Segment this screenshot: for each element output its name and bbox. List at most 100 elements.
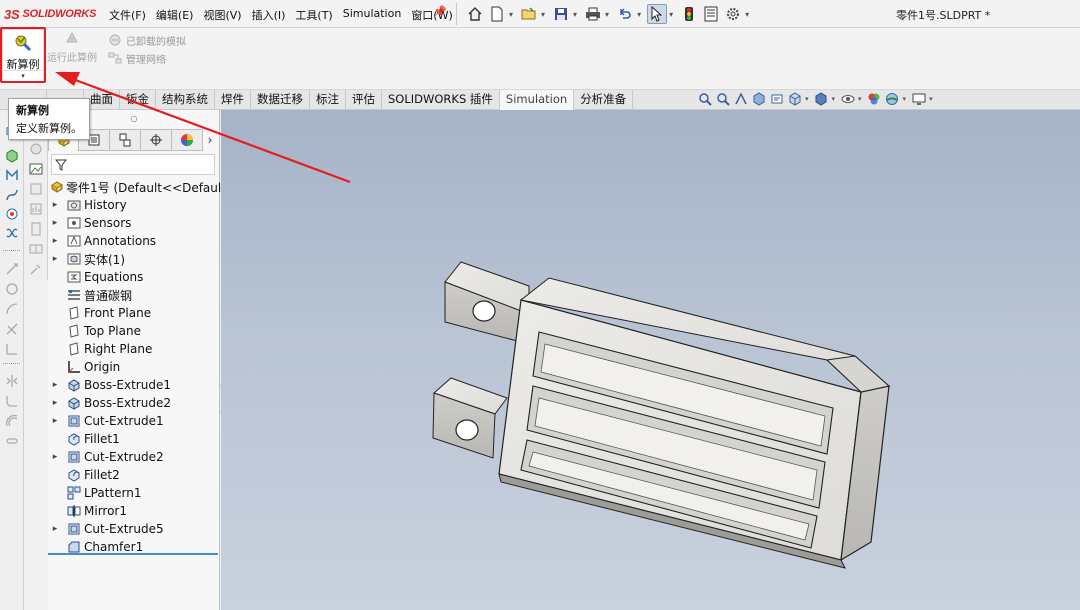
unloaded-simulations-button[interactable]: 已卸载的模拟 [108, 31, 186, 49]
tab-solidworks-addins[interactable]: SOLIDWORKS 插件 [382, 90, 500, 110]
part-icon[interactable] [3, 147, 20, 164]
expand-arrow-icon[interactable]: ▸ [50, 452, 60, 462]
edit-appearance-icon[interactable] [867, 91, 882, 107]
select-pointer-icon[interactable] [647, 4, 668, 24]
pin-icon[interactable]: 📌 [433, 5, 447, 18]
expand-arrow-icon[interactable]: ▸ [50, 524, 60, 534]
tree-node[interactable]: ▸ Boss-Extrude2 [48, 394, 220, 412]
sketch-slot-icon[interactable] [3, 432, 20, 449]
tab-evaluate[interactable]: 评估 [346, 90, 382, 110]
zoom-to-area-icon[interactable] [715, 91, 730, 107]
tree-filter-field[interactable] [51, 154, 215, 175]
more-tabs-chevron-icon[interactable]: › [203, 129, 217, 151]
view-orientation-icon[interactable] [787, 91, 802, 107]
manage-network-button[interactable]: 管理网络 [108, 49, 186, 67]
tree-rollback-bar[interactable] [48, 553, 218, 555]
tab-display-manager[interactable] [172, 129, 203, 151]
menu-simulation[interactable]: Simulation [338, 7, 407, 23]
tree-node[interactable]: ▸ History [48, 196, 220, 214]
view-settings-icon[interactable] [911, 91, 926, 107]
analysis-icon[interactable] [27, 180, 44, 197]
circle-sketch-icon[interactable] [3, 280, 20, 297]
print-dropdown-arrow[interactable]: ▾ [605, 10, 609, 19]
tree-node[interactable]: ▸ Sensors [48, 214, 220, 232]
tab-configuration-manager[interactable] [110, 129, 141, 151]
tree-node[interactable]: Fillet2 [48, 466, 220, 484]
tree-node[interactable]: ▸ Cut-Extrude2 [48, 448, 220, 466]
menu-view[interactable]: 视图(V) [198, 7, 246, 23]
zoom-to-fit-icon[interactable] [697, 91, 712, 107]
solidworks-logo[interactable]: 3S SOLIDWORKS [4, 6, 96, 22]
options-dropdown-arrow[interactable]: ▾ [745, 10, 749, 19]
file-properties-icon[interactable] [701, 4, 721, 24]
tab-simulation[interactable]: Simulation [499, 90, 575, 110]
menu-tools[interactable]: 工具(T) [290, 7, 337, 23]
reference-geometry-icon[interactable] [3, 340, 20, 357]
new-document-icon[interactable] [487, 4, 507, 24]
new-dropdown-arrow[interactable]: ▾ [509, 10, 513, 19]
tree-root-part[interactable]: 零件1号 (Default<<Default> [48, 178, 236, 196]
tree-node[interactable]: ▸ Cut-Extrude1 [48, 412, 220, 430]
graphics-area[interactable] [221, 110, 1080, 610]
simulation-advisor-icon[interactable] [27, 140, 44, 157]
tab-data-migration[interactable]: 数据迁移 [251, 90, 310, 110]
tree-node[interactable]: ▸ Cut-Extrude5 [48, 520, 220, 538]
tree-node[interactable]: Front Plane [48, 304, 220, 322]
tree-node[interactable]: Right Plane [48, 340, 220, 358]
arc-sketch-icon[interactable] [3, 300, 20, 317]
tab-analysis-prep[interactable]: 分析准备 [574, 90, 634, 110]
print-icon[interactable] [583, 4, 603, 24]
smart-dimension-icon[interactable] [3, 260, 20, 277]
apply-scene-dropdown[interactable]: ▾ [903, 95, 907, 103]
display-style-dropdown[interactable]: ▾ [832, 95, 836, 103]
traffic-light-icon[interactable] [679, 4, 699, 24]
tab-weldments[interactable]: 焊件 [215, 90, 251, 110]
save-icon[interactable] [551, 4, 571, 24]
home-icon[interactable] [465, 4, 485, 24]
options-gear-icon[interactable] [723, 4, 743, 24]
spline-icon[interactable] [3, 186, 20, 203]
run-study-button[interactable]: 运行此算例 [46, 30, 98, 64]
undo-icon[interactable] [615, 4, 635, 24]
mirror-sketch-icon[interactable] [3, 372, 20, 389]
expand-arrow-icon[interactable]: ▸ [50, 236, 60, 246]
tree-node[interactable]: Mirror1 [48, 502, 220, 520]
image-icon[interactable] [27, 160, 44, 177]
expand-arrow-icon[interactable]: ▸ [50, 218, 60, 228]
tree-node[interactable]: ▸ Annotations [48, 232, 220, 250]
tab-sheet-metal[interactable]: 钣金 [120, 90, 156, 110]
expand-arrow-icon[interactable]: ▸ [50, 200, 60, 210]
tree-node[interactable]: Origin [48, 358, 220, 376]
sketch-line-icon[interactable] [3, 166, 20, 183]
report-icon[interactable] [27, 220, 44, 237]
expand-arrow-icon[interactable]: ▸ [50, 416, 60, 426]
view-orientation-dropdown[interactable]: ▾ [805, 95, 809, 103]
tree-node[interactable]: Equations [48, 268, 220, 286]
open-icon[interactable] [519, 4, 539, 24]
sketch-fillet-icon[interactable] [3, 392, 20, 409]
apply-scene-icon[interactable] [885, 91, 900, 107]
curve-icon[interactable] [3, 224, 20, 241]
select-dropdown-arrow[interactable]: ▾ [669, 10, 673, 19]
hide-show-dropdown[interactable]: ▾ [858, 95, 862, 103]
menu-insert[interactable]: 插入(I) [247, 7, 291, 23]
section-view-icon[interactable] [751, 91, 766, 107]
tab-structure-system[interactable]: 结构系统 [156, 90, 215, 110]
save-dropdown-arrow[interactable]: ▾ [573, 10, 577, 19]
tab-dimxpert-manager[interactable] [141, 129, 172, 151]
trim-entities-icon[interactable] [3, 320, 20, 337]
tree-node[interactable]: LPattern1 [48, 484, 220, 502]
expand-arrow-icon[interactable]: ▸ [50, 380, 60, 390]
tree-node[interactable]: Top Plane [48, 322, 220, 340]
expand-arrow-icon[interactable]: ▸ [50, 398, 60, 408]
open-dropdown-arrow[interactable]: ▾ [541, 10, 545, 19]
tab-markup[interactable]: 标注 [310, 90, 346, 110]
expand-arrow-icon[interactable]: ▸ [50, 254, 60, 264]
tree-node[interactable]: ▸ Boss-Extrude1 [48, 376, 220, 394]
previous-view-icon[interactable] [733, 91, 748, 107]
display-style-icon[interactable] [814, 91, 829, 107]
part-model-3d[interactable] [221, 110, 1080, 610]
compare-icon[interactable] [27, 240, 44, 257]
tree-node[interactable]: Fillet1 [48, 430, 220, 448]
undo-dropdown-arrow[interactable]: ▾ [637, 10, 641, 19]
